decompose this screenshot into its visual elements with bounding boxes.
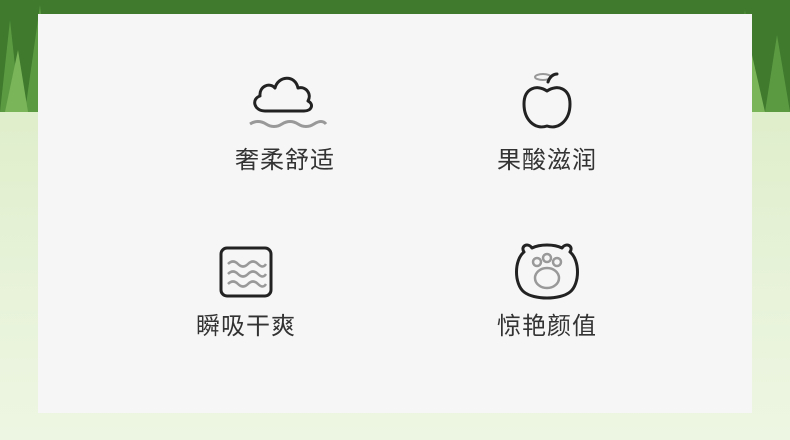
feature-label: 惊艳颜值	[497, 312, 597, 340]
feature-item: 惊艳颜值	[447, 240, 647, 341]
feature-item: 瞬吸干爽	[146, 244, 346, 341]
bear-paw-icon	[515, 243, 579, 300]
cloud-icon	[249, 76, 328, 128]
wave-square-icon	[219, 246, 273, 298]
feature-label: 果酸滋润	[497, 146, 597, 174]
feature-label: 瞬吸干爽	[196, 312, 296, 340]
apple-icon	[522, 72, 572, 129]
feature-label: 奢柔舒适	[235, 146, 335, 174]
features-card: 奢柔舒适 果酸滋润 瞬吸干爽 惊艳颜值	[38, 14, 752, 413]
feature-item: 奢柔舒适	[185, 64, 385, 175]
feature-item: 果酸滋润	[447, 64, 647, 175]
